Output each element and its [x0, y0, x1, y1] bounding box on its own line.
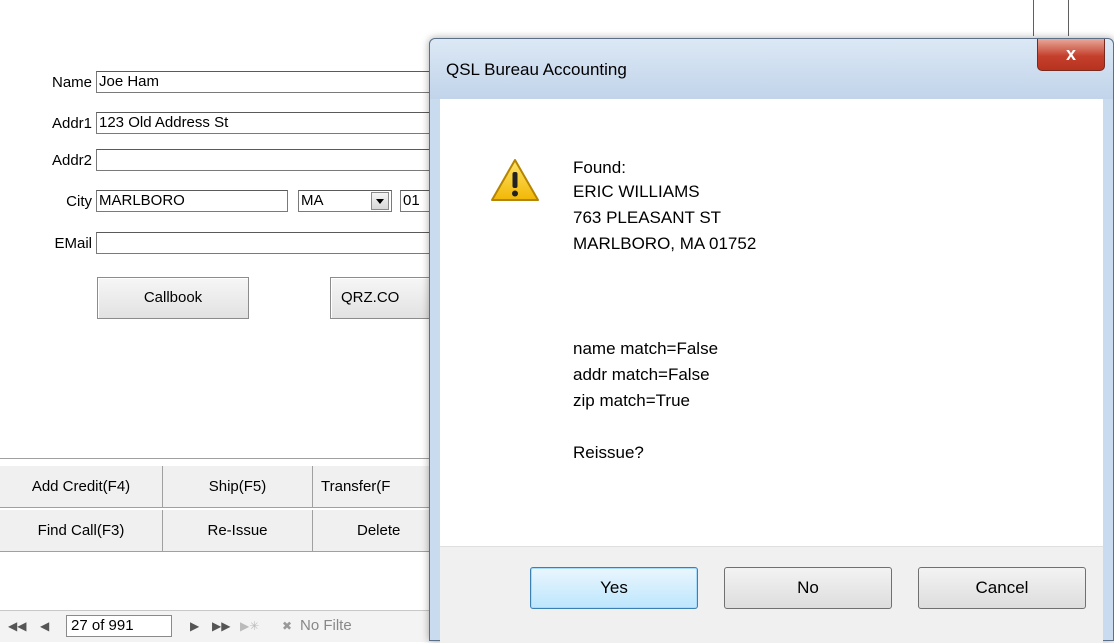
message-found: Found: — [573, 158, 626, 177]
city-label: City — [66, 193, 92, 210]
divider — [0, 458, 440, 459]
delete-button[interactable]: Delete — [313, 510, 440, 552]
message-zip-match: zip match=True — [573, 391, 690, 410]
no-button[interactable]: No — [724, 567, 892, 609]
qsl-bureau-dialog: QSL Bureau Accounting x Found: ERIC WILL… — [429, 38, 1114, 643]
message-addr-match: addr match=False — [573, 365, 710, 384]
chevron-down-icon — [376, 199, 384, 204]
record-navigation-bar: ◀◀ ◀ 27 of 991 ▶ ▶▶ ▶✳ ✖ No Filte — [0, 610, 440, 642]
dialog-body: Found: ERIC WILLIAMS 763 PLEASANT ST MAR… — [440, 99, 1103, 546]
first-record-icon[interactable]: ◀◀ — [8, 619, 26, 633]
last-record-icon[interactable]: ▶▶ — [212, 619, 230, 633]
filter-icon: ✖ — [282, 619, 293, 633]
message-street: 763 PLEASANT ST — [573, 208, 722, 227]
re-issue-button[interactable]: Re-Issue — [163, 510, 313, 552]
message-name: ERIC WILLIAMS — [573, 182, 700, 201]
previous-record-icon[interactable]: ◀ — [40, 619, 49, 633]
add-credit-button[interactable]: Add Credit(F4) — [0, 466, 163, 508]
addr2-label: Addr2 — [51, 152, 92, 169]
record-position-input[interactable]: 27 of 991 — [66, 615, 172, 637]
filter-status[interactable]: No Filte — [300, 617, 352, 634]
transfer-button[interactable]: Transfer(F — [313, 466, 440, 508]
window-edge-line — [1068, 0, 1069, 36]
next-record-icon[interactable]: ▶ — [190, 619, 199, 633]
find-call-button[interactable]: Find Call(F3) — [0, 510, 163, 552]
email-label: EMail — [54, 235, 92, 252]
addr2-field[interactable] — [96, 149, 436, 171]
ship-button[interactable]: Ship(F5) — [163, 466, 313, 508]
message-name-match: name match=False — [573, 339, 719, 358]
state-dropdown-button[interactable] — [371, 192, 389, 210]
dialog-titlebar[interactable]: QSL Bureau Accounting x — [430, 39, 1113, 99]
close-icon[interactable]: x — [1037, 39, 1105, 71]
message-question: Reissue? — [573, 443, 644, 462]
city-field[interactable]: MARLBORO — [96, 190, 288, 212]
name-label: Name — [51, 74, 92, 91]
email-field[interactable] — [96, 232, 436, 254]
window-edge-line — [1033, 0, 1034, 36]
addr1-field[interactable]: 123 Old Address St — [96, 112, 436, 134]
message-citystate: MARLBORO, MA 01752 — [573, 234, 757, 253]
addr1-label: Addr1 — [51, 115, 92, 132]
cancel-button[interactable]: Cancel — [918, 567, 1086, 609]
dialog-title: QSL Bureau Accounting — [446, 60, 627, 79]
callbook-button[interactable]: Callbook — [97, 277, 249, 319]
name-field[interactable]: Joe Ham — [96, 71, 436, 93]
warning-icon — [491, 159, 539, 201]
new-record-icon[interactable]: ▶✳ — [240, 619, 259, 633]
yes-button[interactable]: Yes — [530, 567, 698, 609]
qrz-button[interactable]: QRZ.CO — [330, 277, 440, 319]
